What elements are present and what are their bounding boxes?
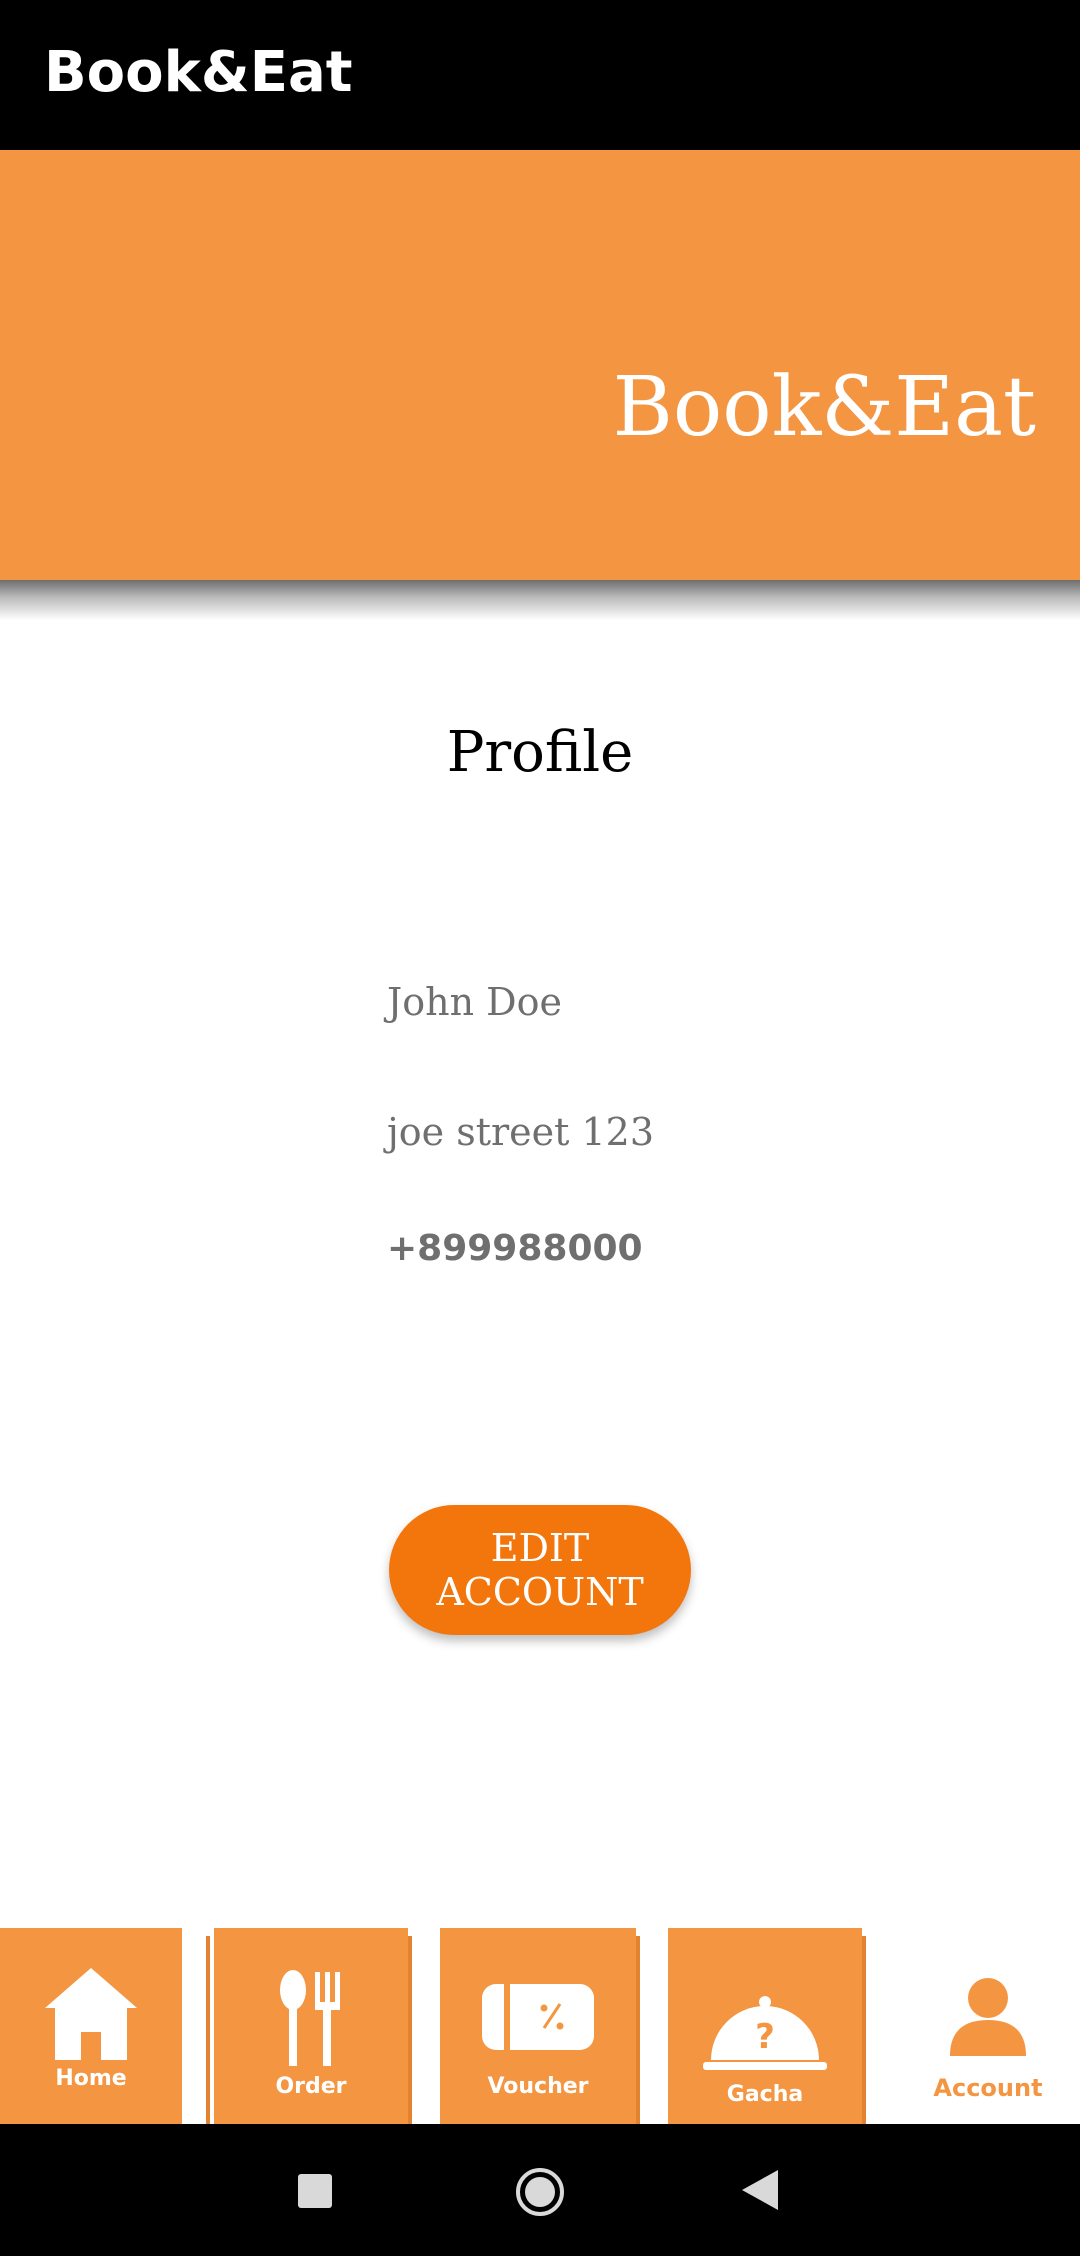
nav-item-order[interactable]: Order <box>214 1928 408 2124</box>
nav-divider <box>206 1936 210 2124</box>
profile-phone: +899988000 <box>387 1228 643 1269</box>
spoon-fork-icon <box>280 1970 340 2066</box>
voucher-icon <box>482 1984 594 2050</box>
nav-divider <box>636 1936 640 2124</box>
home-icon <box>45 1968 137 2060</box>
cloche-question-icon: ? <box>703 1996 827 2070</box>
banner-title: Book&Eat <box>612 360 1036 455</box>
edit-account-label: EDIT ACCOUNT <box>436 1526 644 1614</box>
nav-item-account[interactable]: Account <box>896 1928 1080 2124</box>
nav-item-voucher[interactable]: Voucher <box>440 1928 636 2124</box>
nav-label-voucher: Voucher <box>487 2074 589 2099</box>
banner-shadow <box>0 580 1080 620</box>
profile-title: Profile <box>446 720 634 785</box>
nav-item-gacha[interactable]: ? Gacha <box>668 1928 862 2124</box>
bottom-navigation: Home Order Voucher ? Gacha Account <box>0 1928 1080 2124</box>
home-circle-icon[interactable] <box>514 2166 566 2218</box>
nav-divider <box>862 1936 866 2124</box>
person-icon <box>950 1978 1026 2056</box>
nav-label-gacha: Gacha <box>726 2082 804 2107</box>
edit-account-button[interactable]: EDIT ACCOUNT <box>389 1505 691 1635</box>
nav-divider <box>408 1936 412 2124</box>
nav-label-home: Home <box>55 2066 127 2091</box>
back-icon[interactable] <box>742 2170 778 2210</box>
nav-label-order: Order <box>275 2074 347 2099</box>
app-bar: Book&Eat <box>0 0 1080 150</box>
header-banner: Book&Eat <box>0 150 1080 580</box>
recents-icon[interactable] <box>298 2174 332 2208</box>
svg-text:?: ? <box>755 2017 775 2057</box>
system-navigation-bar <box>0 2124 1080 2256</box>
nav-item-home[interactable]: Home <box>0 1928 182 2124</box>
nav-label-account: Account <box>933 2074 1043 2102</box>
profile-name: John Doe <box>387 980 562 1024</box>
profile-address: joe street 123 <box>387 1110 655 1154</box>
app-bar-title: Book&Eat <box>44 40 353 105</box>
